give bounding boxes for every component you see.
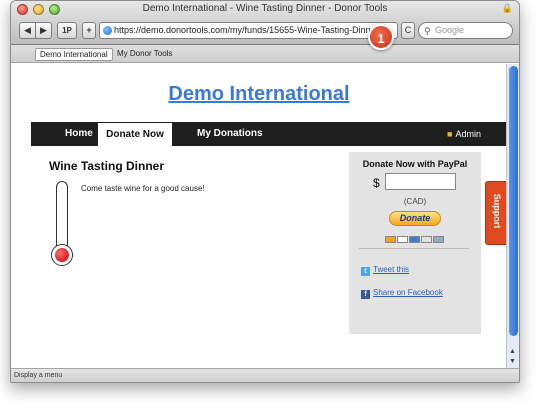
twitter-icon: t (361, 267, 370, 276)
nav-donate-now[interactable]: Donate Now (98, 123, 172, 146)
onepassword-button[interactable]: 1P (57, 22, 77, 39)
search-input[interactable]: ⚲ Google (418, 22, 513, 39)
facebook-icon: f (361, 290, 370, 299)
nav-admin[interactable]: ■ Admin (447, 122, 481, 146)
paypal-donate-button[interactable]: Donate (389, 211, 441, 226)
thermometer-icon (51, 181, 73, 267)
browser-toolbar: Demo International - Wine Tasting Dinner… (11, 1, 519, 45)
reload-button[interactable]: C (401, 22, 415, 39)
forward-button[interactable]: ▶ (35, 22, 52, 39)
status-bar: Display a menu (11, 368, 519, 382)
mastercard-icon (385, 236, 396, 243)
site-title-link[interactable]: Demo International (11, 83, 507, 106)
fund-title: Wine Tasting Dinner (49, 159, 165, 173)
add-bookmark-button[interactable]: + (82, 22, 96, 39)
bookmark-my-donor-tools[interactable]: My Donor Tools (113, 48, 176, 59)
nav-admin-label: Admin (455, 129, 481, 139)
minimize-window-button[interactable] (33, 4, 44, 15)
bookmarks-bar: Demo International My Donor Tools (11, 45, 519, 63)
window-title: Demo International - Wine Tasting Dinner… (142, 3, 388, 14)
site-favicon-icon (103, 26, 112, 35)
visa-icon (397, 236, 408, 243)
search-icon: ⚲ (424, 26, 431, 36)
browser-window: Demo International - Wine Tasting Dinner… (10, 0, 520, 383)
scroll-down-icon[interactable]: ▼ (509, 358, 516, 365)
lock-icon: ■ (447, 129, 453, 139)
support-label: Support (492, 193, 502, 229)
back-button[interactable]: ◀ (19, 22, 36, 39)
payment-cards-icon (385, 230, 445, 243)
currency-symbol: $ (373, 176, 380, 190)
amex-icon (409, 236, 420, 243)
scroll-up-icon[interactable]: ▲ (509, 348, 516, 355)
support-tab[interactable]: Support (485, 181, 507, 245)
thermometer-bulb (51, 244, 73, 266)
main-nav: Home Donate Now My Donations ■ Admin (31, 122, 507, 146)
step-marker-badge: 1 (368, 24, 394, 50)
donate-panel-title: Donate Now with PayPal (362, 159, 468, 169)
thermometer-tube (56, 181, 68, 253)
search-placeholder: Google (435, 25, 465, 35)
web-page: Demo International Home Donate Now My Do… (11, 64, 507, 369)
fund-description: Come taste wine for a good cause! (81, 184, 205, 193)
facebook-label: Share on Facebook (373, 288, 443, 297)
facebook-share-link[interactable]: f Share on Facebook (361, 288, 443, 299)
tweet-link[interactable]: t Tweet this (361, 265, 409, 276)
currency-label: (CAD) (403, 197, 427, 206)
bookmark-demo-international[interactable]: Demo International (35, 48, 113, 61)
zoom-window-button[interactable] (49, 4, 60, 15)
address-bar[interactable]: https://demo.donortools.com/my/funds/156… (99, 22, 398, 39)
scroll-thumb[interactable] (509, 66, 518, 336)
donation-amount-input[interactable] (385, 173, 456, 190)
nav-my-donations[interactable]: My Donations (197, 122, 263, 146)
panel-divider (359, 248, 469, 249)
close-window-button[interactable] (17, 4, 28, 15)
donate-panel: Donate Now with PayPal $ (CAD) Donate tT… (349, 152, 481, 334)
lock-icon: 🔒 (501, 3, 513, 13)
bank-icon (433, 236, 444, 243)
nav-home[interactable]: Home (65, 122, 93, 146)
vertical-scrollbar[interactable]: ▲ ▼ (506, 64, 519, 370)
address-bar-url: https://demo.donortools.com/my/funds/156… (114, 25, 379, 35)
discover-icon (421, 236, 432, 243)
tweet-label: Tweet this (373, 265, 410, 274)
